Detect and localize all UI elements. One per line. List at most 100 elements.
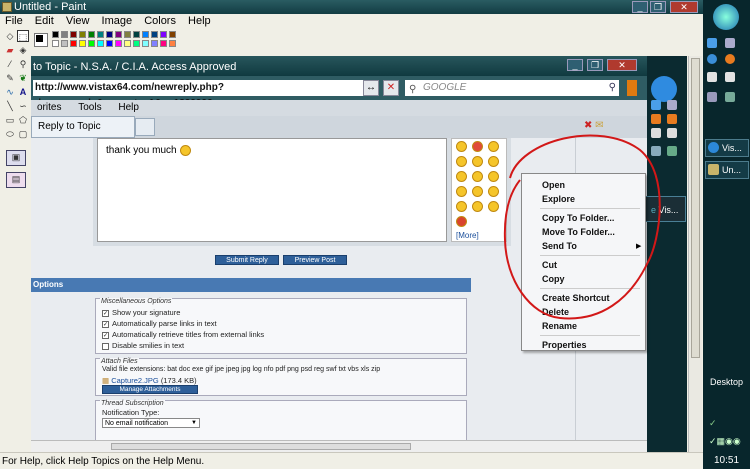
network-icon[interactable] — [725, 92, 735, 102]
menu-colors[interactable]: Colors — [144, 15, 176, 27]
eraser-icon[interactable]: ▰ — [4, 44, 16, 56]
palette-color[interactable] — [79, 31, 86, 38]
palette-color[interactable] — [61, 31, 68, 38]
menu-edit[interactable]: Edit — [35, 15, 54, 27]
airbrush-icon[interactable]: ∿ — [4, 86, 16, 98]
menu-image[interactable]: Image — [102, 15, 133, 27]
ellipse-icon[interactable]: ⬭ — [4, 128, 16, 140]
browser-menu-favorites: orites — [37, 102, 62, 113]
palette-color[interactable] — [160, 40, 167, 47]
search-box: ⚲ GOOGLE ⚲ — [405, 80, 619, 96]
devil-smiley-icon — [456, 216, 467, 227]
ie-icon[interactable] — [707, 38, 717, 48]
palette-color[interactable] — [79, 40, 86, 47]
text-icon[interactable]: A — [17, 86, 29, 98]
context-menu: Open Explore Copy To Folder... Move To F… — [521, 173, 646, 351]
palette-color[interactable] — [133, 40, 140, 47]
computer-icon[interactable] — [725, 38, 735, 48]
rounded-rect-icon[interactable]: ▢ — [17, 128, 29, 140]
smiley-icon — [456, 156, 467, 167]
ctx-send-to: Send To — [542, 241, 577, 251]
palette-color[interactable] — [115, 40, 122, 47]
network-icon[interactable] — [707, 92, 717, 102]
maximize-button[interactable]: ❐ — [650, 1, 666, 13]
taskbar-item-paint[interactable]: Un... — [705, 161, 749, 179]
palette-color[interactable] — [160, 31, 167, 38]
palette-color[interactable] — [88, 40, 95, 47]
scroll-thumb — [111, 443, 411, 450]
palette-color[interactable] — [151, 40, 158, 47]
address-bar: http://www.vistax64.com/newreply.php?do=… — [33, 80, 375, 109]
browser-tab-bar: Reply to Topic ✖ ✉ — [31, 116, 647, 138]
rect-select-icon[interactable]: ⬚ — [17, 30, 29, 42]
computer-icon — [667, 100, 677, 110]
taskbar-item-browser[interactable]: Vis... — [705, 139, 749, 157]
palette-color[interactable] — [52, 40, 59, 47]
curve-icon[interactable]: ∽ — [17, 100, 29, 112]
vertical-scroll-thumb[interactable] — [691, 58, 700, 358]
minimize-button[interactable]: _ — [632, 1, 648, 13]
ie-icon[interactable] — [707, 54, 717, 64]
browser-menu-bar: orites Tools Help — [31, 100, 647, 116]
palette-color[interactable] — [133, 31, 140, 38]
free-select-icon[interactable]: ◇ — [4, 30, 16, 42]
network-icon — [667, 146, 677, 156]
ie-icon: e — [651, 205, 657, 215]
fill-icon[interactable]: ◈ — [17, 44, 29, 56]
desktop-button[interactable]: Desktop — [703, 377, 750, 387]
firefox-icon[interactable] — [725, 54, 735, 64]
palette-color[interactable] — [124, 31, 131, 38]
palette-color[interactable] — [106, 40, 113, 47]
paint-title-bar[interactable]: Untitled - Paint _ ❐ ✕ — [0, 0, 703, 14]
palette-color[interactable] — [142, 31, 149, 38]
attached-file-size: (173.4 KB) — [160, 376, 197, 385]
search-go-icon: ⚲ — [608, 82, 616, 93]
rectangle-icon[interactable]: ▭ — [4, 114, 16, 126]
palette-color[interactable] — [61, 40, 68, 47]
palette-color[interactable] — [124, 40, 131, 47]
tab-label: Reply to Topic — [38, 121, 101, 132]
palette-color[interactable] — [97, 40, 104, 47]
palette-color[interactable] — [106, 31, 113, 38]
palette-color[interactable] — [151, 31, 158, 38]
brush-icon[interactable]: ❦ — [17, 72, 29, 84]
document-icon[interactable] — [707, 72, 717, 82]
paint-title: Untitled - Paint — [14, 1, 87, 13]
start-orb-icon[interactable] — [713, 4, 739, 30]
option-disable-smilies: Disable smilies in text — [102, 341, 184, 350]
menu-file[interactable]: File — [5, 15, 23, 27]
browser-tab: Reply to Topic — [31, 116, 135, 138]
document-icon[interactable] — [725, 72, 735, 82]
palette-color[interactable] — [169, 40, 176, 47]
magnifier-icon[interactable]: ⚲ — [17, 58, 29, 70]
smiley-icon — [180, 145, 192, 156]
paint-vertical-scrollbar[interactable] — [688, 56, 702, 452]
close-button[interactable]: ✕ — [670, 1, 698, 13]
palette-color[interactable] — [115, 31, 122, 38]
smiley-icon — [472, 186, 483, 197]
palette-color[interactable] — [169, 31, 176, 38]
menu-view[interactable]: View — [66, 15, 90, 27]
line-icon[interactable]: ╲ — [4, 100, 16, 112]
palette-color[interactable] — [52, 31, 59, 38]
browser-minimize-button: _ — [567, 59, 583, 71]
palette-color[interactable] — [70, 31, 77, 38]
menu-help[interactable]: Help — [188, 15, 211, 27]
opaque-option-icon[interactable]: ▤ — [6, 172, 26, 188]
palette-color[interactable] — [97, 31, 104, 38]
polygon-icon[interactable]: ⬠ — [17, 114, 29, 126]
submit-reply-button: Submit Reply — [215, 255, 279, 265]
pencil-icon[interactable]: ✎ — [4, 72, 16, 84]
clock[interactable]: 10:51 — [703, 452, 750, 469]
angry-smiley-icon — [472, 141, 483, 152]
search-dropdown — [627, 80, 637, 96]
picker-icon[interactable]: ⁄ — [4, 58, 16, 70]
refresh-icon: ↔ — [363, 80, 379, 96]
transparent-option-icon[interactable]: ▣ — [6, 150, 26, 166]
palette-color[interactable] — [70, 40, 77, 47]
tray-icon[interactable]: ✓▦◉◉ — [709, 436, 741, 447]
tray-icon[interactable]: ✓ — [709, 418, 717, 429]
palette-color[interactable] — [142, 40, 149, 47]
ctx-cut: Cut — [542, 260, 557, 270]
palette-color[interactable] — [88, 31, 95, 38]
